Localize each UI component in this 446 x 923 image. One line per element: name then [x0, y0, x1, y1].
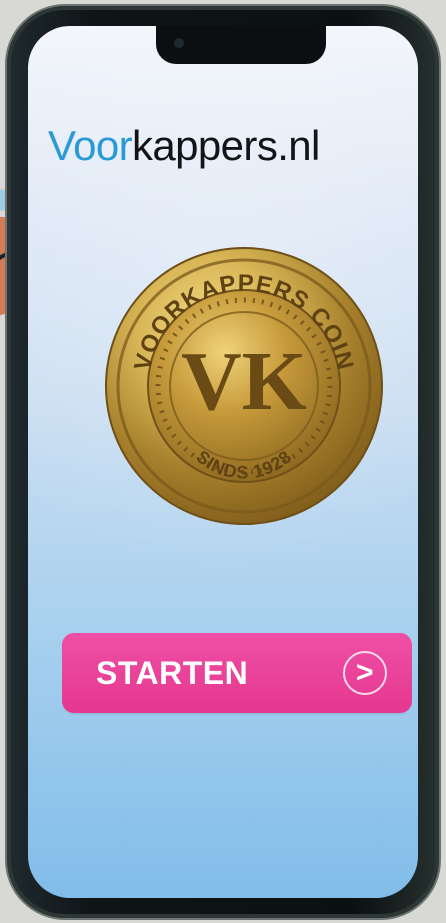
brand-logo-dark: kappers.nl — [132, 122, 320, 169]
start-button-label: STARTEN — [96, 655, 249, 691]
phone-mockup-scene: Voorkappers.nl VOORKAPPERS COIN VK SINDS… — [0, 0, 446, 923]
arrow-symbol: > — [356, 656, 374, 689]
phone-frame: Voorkappers.nl VOORKAPPERS COIN VK SINDS… — [7, 6, 439, 918]
coin-icon: VOORKAPPERS COIN VK SINDS 1928 — [105, 247, 383, 525]
start-button[interactable]: STARTEN > — [62, 633, 412, 713]
brand-logo-blue: Voor — [48, 122, 133, 169]
phone-screen: Voorkappers.nl VOORKAPPERS COIN VK SINDS… — [28, 26, 418, 898]
phone-notch — [156, 26, 326, 64]
coin-image: VOORKAPPERS COIN VK SINDS 1928 — [94, 236, 394, 536]
brand-logo: Voorkappers.nl — [48, 116, 403, 176]
chevron-right-icon: > — [343, 651, 387, 695]
coin-monogram: VK — [181, 335, 307, 428]
camera-icon — [174, 38, 184, 48]
